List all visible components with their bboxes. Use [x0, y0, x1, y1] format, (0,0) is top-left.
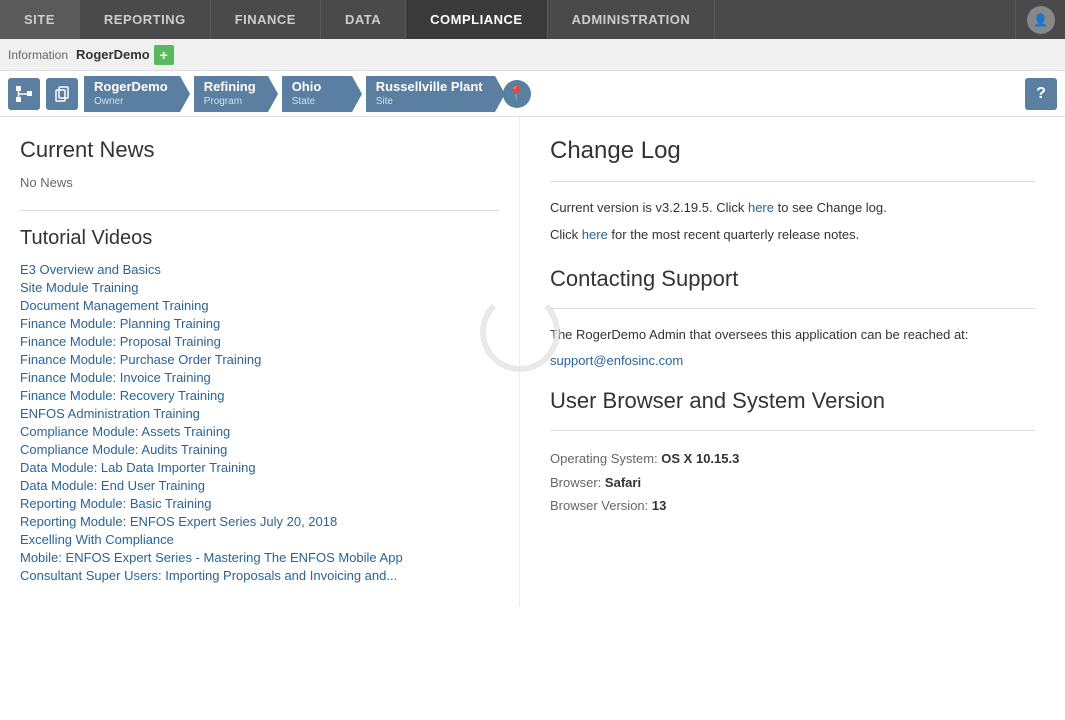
tutorial-link-17[interactable]: Consultant Super Users: Importing Propos…: [20, 568, 499, 583]
tutorial-item-1[interactable]: Site Module Training: [20, 280, 499, 295]
top-navigation: SITE REPORTING FINANCE DATA COMPLIANCE A…: [0, 0, 1065, 39]
browser-info: Operating System: OS X 10.15.3 Browser: …: [550, 447, 1035, 517]
help-button[interactable]: ?: [1025, 78, 1057, 110]
tutorial-item-4[interactable]: Finance Module: Proposal Training: [20, 334, 499, 349]
main-content: Current News No News Tutorial Videos E3 …: [0, 117, 1065, 606]
avatar-circle: 👤: [1027, 6, 1055, 34]
version-label: Browser Version:: [550, 498, 648, 513]
support-text: The RogerDemo Admin that oversees this a…: [550, 325, 1035, 346]
tutorial-link-2[interactable]: Document Management Training: [20, 298, 499, 313]
tutorial-link-7[interactable]: Finance Module: Recovery Training: [20, 388, 499, 403]
tutorial-link-16[interactable]: Mobile: ENFOS Expert Series - Mastering …: [20, 550, 499, 565]
tutorial-item-17[interactable]: Consultant Super Users: Importing Propos…: [20, 568, 499, 583]
changelog-quarterly-text: Click here for the most recent quarterly…: [550, 225, 1035, 246]
no-news-text: No News: [20, 175, 499, 190]
browser-title: User Browser and System Version: [550, 388, 1035, 414]
changelog-version-suffix: to see Change log.: [774, 200, 887, 215]
support-title: Contacting Support: [550, 266, 1035, 292]
tutorial-item-13[interactable]: Reporting Module: Basic Training: [20, 496, 499, 511]
tutorial-item-8[interactable]: ENFOS Administration Training: [20, 406, 499, 421]
changelog-here-link-1[interactable]: here: [748, 200, 774, 215]
nav-compliance[interactable]: COMPLIANCE: [406, 0, 547, 39]
tutorial-link-14[interactable]: Reporting Module: ENFOS Expert Series Ju…: [20, 514, 499, 529]
browser-label: Browser:: [550, 475, 601, 490]
breadcrumb-ohio[interactable]: Ohio State: [282, 76, 352, 112]
right-panel: Change Log Current version is v3.2.19.5.…: [520, 117, 1065, 606]
tutorial-item-3[interactable]: Finance Module: Planning Training: [20, 316, 499, 331]
left-panel: Current News No News Tutorial Videos E3 …: [0, 117, 520, 606]
tutorial-list: E3 Overview and Basics Site Module Train…: [20, 262, 499, 583]
browser-value-text: Safari: [605, 475, 641, 490]
tutorial-item-9[interactable]: Compliance Module: Assets Training: [20, 424, 499, 439]
tutorial-link-12[interactable]: Data Module: End User Training: [20, 478, 499, 493]
tutorial-link-1[interactable]: Site Module Training: [20, 280, 499, 295]
tutorial-item-10[interactable]: Compliance Module: Audits Training: [20, 442, 499, 457]
add-info-button[interactable]: +: [154, 45, 174, 65]
info-user: RogerDemo: [76, 47, 150, 62]
nav-site[interactable]: SITE: [0, 0, 80, 39]
location-pin-icon[interactable]: 📍: [503, 80, 531, 108]
nav-spacer: [715, 0, 1015, 39]
tutorial-link-10[interactable]: Compliance Module: Audits Training: [20, 442, 499, 457]
breadcrumb-rogerdemo[interactable]: RogerDemo Owner: [84, 76, 180, 112]
nav-data[interactable]: DATA: [321, 0, 406, 39]
nav-reporting[interactable]: REPORTING: [80, 0, 211, 39]
changelog-quarterly-prefix: Click: [550, 227, 582, 242]
user-avatar-button[interactable]: 👤: [1015, 0, 1065, 39]
tutorial-item-0[interactable]: E3 Overview and Basics: [20, 262, 499, 277]
tutorial-item-5[interactable]: Finance Module: Purchase Order Training: [20, 352, 499, 367]
changelog-version-text: Current version is v3.2.19.5. Click here…: [550, 198, 1035, 219]
tutorial-item-14[interactable]: Reporting Module: ENFOS Expert Series Ju…: [20, 514, 499, 529]
tutorial-link-0[interactable]: E3 Overview and Basics: [20, 262, 499, 277]
breadcrumb-refining[interactable]: Refining Program: [194, 76, 268, 112]
main-content-wrapper: Current News No News Tutorial Videos E3 …: [0, 117, 1065, 606]
tutorial-item-15[interactable]: Excelling With Compliance: [20, 532, 499, 547]
tutorial-link-5[interactable]: Finance Module: Purchase Order Training: [20, 352, 499, 367]
breadcrumb-bar: RogerDemo Owner Refining Program Ohio St…: [0, 71, 1065, 117]
version-value-text: 13: [652, 498, 666, 513]
tutorial-item-12[interactable]: Data Module: End User Training: [20, 478, 499, 493]
tutorial-link-4[interactable]: Finance Module: Proposal Training: [20, 334, 499, 349]
info-label: Information: [8, 48, 68, 62]
changelog-quarterly-suffix: for the most recent quarterly release no…: [608, 227, 859, 242]
divider-support: [550, 308, 1035, 309]
divider-browser: [550, 430, 1035, 431]
copy-icon[interactable]: [46, 78, 78, 110]
tutorial-item-2[interactable]: Document Management Training: [20, 298, 499, 313]
tutorial-link-9[interactable]: Compliance Module: Assets Training: [20, 424, 499, 439]
browser-info-row: Browser: Safari: [550, 471, 1035, 494]
tutorial-link-13[interactable]: Reporting Module: Basic Training: [20, 496, 499, 511]
changelog-here-link-2[interactable]: here: [582, 227, 608, 242]
info-bar: Information RogerDemo +: [0, 39, 1065, 71]
tutorial-link-8[interactable]: ENFOS Administration Training: [20, 406, 499, 421]
tutorial-item-7[interactable]: Finance Module: Recovery Training: [20, 388, 499, 403]
tutorial-link-6[interactable]: Finance Module: Invoice Training: [20, 370, 499, 385]
support-email-link[interactable]: support@enfosinc.com: [550, 353, 683, 368]
changelog-version-prefix: Current version is v3.2.19.5. Click: [550, 200, 748, 215]
tutorial-link-3[interactable]: Finance Module: Planning Training: [20, 316, 499, 331]
divider-changelog: [550, 181, 1035, 182]
tutorial-item-11[interactable]: Data Module: Lab Data Importer Training: [20, 460, 499, 475]
tutorial-videos-title: Tutorial Videos: [20, 227, 499, 250]
os-value-text: OS X 10.15.3: [661, 451, 739, 466]
os-label: Operating System:: [550, 451, 658, 466]
hierarchy-icon[interactable]: [8, 78, 40, 110]
tutorial-link-11[interactable]: Data Module: Lab Data Importer Training: [20, 460, 499, 475]
tutorial-item-6[interactable]: Finance Module: Invoice Training: [20, 370, 499, 385]
divider-1: [20, 210, 499, 211]
current-news-title: Current News: [20, 137, 499, 163]
breadcrumb-russellville[interactable]: Russellville Plant Site: [366, 76, 495, 112]
change-log-title: Change Log: [550, 137, 1035, 165]
nav-administration[interactable]: ADMINISTRATION: [548, 0, 716, 39]
tutorial-link-15[interactable]: Excelling With Compliance: [20, 532, 499, 547]
nav-finance[interactable]: FINANCE: [211, 0, 321, 39]
tutorial-item-16[interactable]: Mobile: ENFOS Expert Series - Mastering …: [20, 550, 499, 565]
os-info-row: Operating System: OS X 10.15.3: [550, 447, 1035, 470]
version-info-row: Browser Version: 13: [550, 494, 1035, 517]
